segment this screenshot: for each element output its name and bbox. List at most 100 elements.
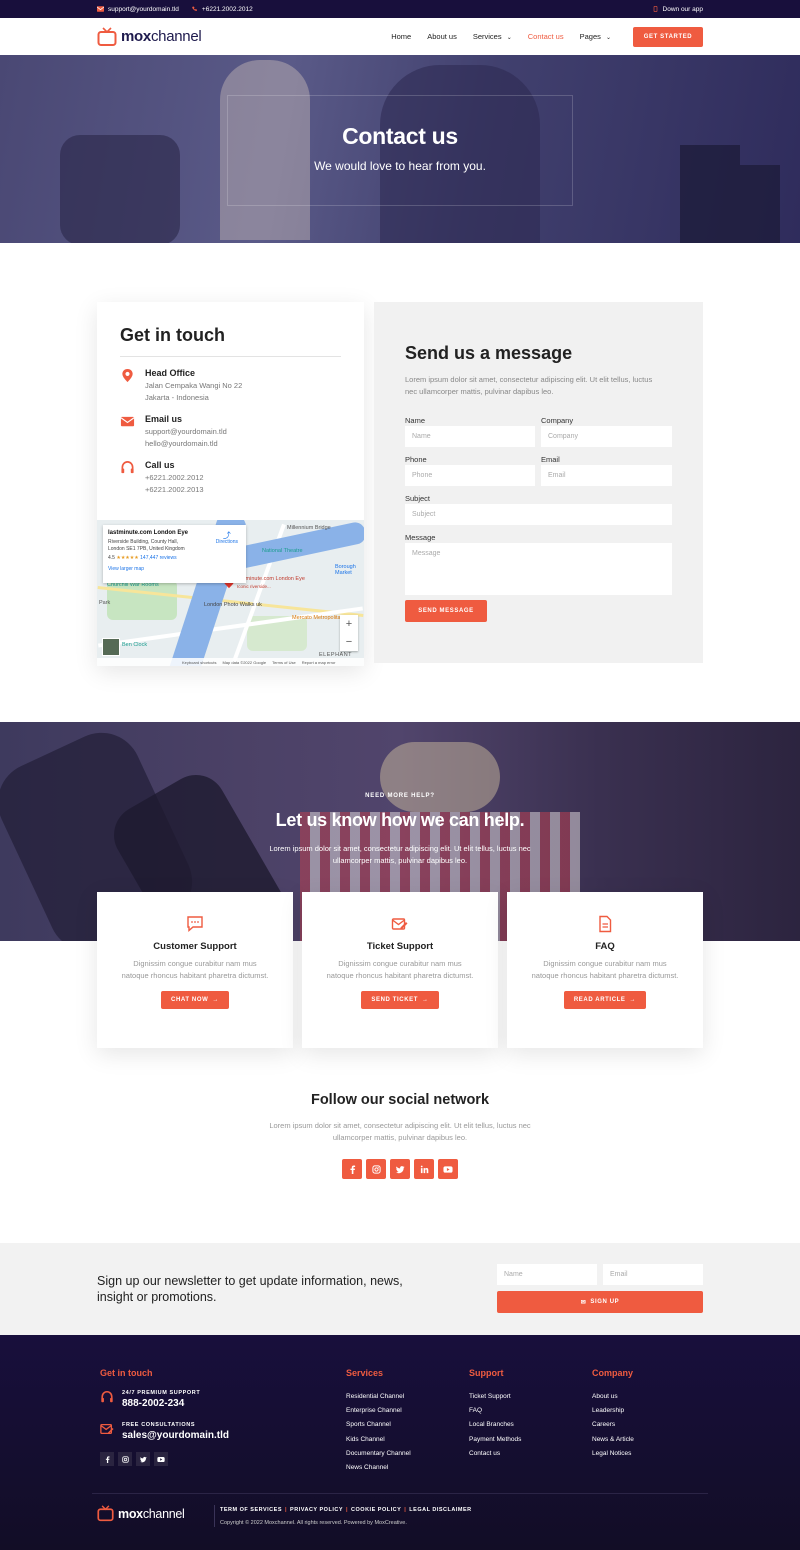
footer-services-list: Residential Channel Enterprise Channel S… [346, 1390, 411, 1475]
phone-line[interactable]: +6221.2002.2013 [145, 484, 204, 496]
footer-logo[interactable]: moxchannel [97, 1505, 185, 1522]
footer-heading: Get in touch [100, 1368, 153, 1378]
zoom-in-button[interactable]: + [340, 615, 358, 633]
footer-link[interactable]: Enterprise Channel [346, 1404, 411, 1418]
map-reviews-link[interactable]: 147,447 reviews [140, 555, 176, 561]
footer-link[interactable]: Documentary Channel [346, 1447, 411, 1461]
footer-link[interactable]: About us [592, 1390, 634, 1404]
subject-label: Subject [405, 494, 431, 503]
star-rating-icon: ★★★★★ [116, 555, 139, 561]
facebook-link[interactable] [100, 1452, 114, 1466]
help-eyebrow: NEED MORE HELP? [365, 793, 435, 799]
email-input[interactable]: Email [541, 465, 672, 486]
chat-now-button[interactable]: CHAT NOW → [161, 991, 229, 1009]
map-rating: 4.5 [108, 555, 115, 561]
directions-button[interactable]: ⤴ Directions [216, 532, 238, 546]
privacy-link[interactable]: PRIVACY POLICY [290, 1507, 343, 1513]
embedded-map[interactable]: Millennium Bridge National Theatre Borou… [97, 520, 364, 666]
read-article-label: READ ARTICLE [573, 997, 626, 1003]
topbar-email[interactable]: support@yourdomain.tld [97, 6, 179, 13]
help-description: Lorem ipsum dolor sit amet, consectetur … [269, 844, 531, 865]
free-consultation-email[interactable]: sales@yourdomain.tld [122, 1430, 229, 1441]
sign-up-button[interactable]: ✉ SIGN UP [497, 1291, 703, 1313]
footer-link[interactable]: Residential Channel [346, 1390, 411, 1404]
directions-icon: ⤴ [222, 531, 231, 540]
hero-banner: Contact us We would love to hear from yo… [0, 55, 800, 243]
premium-support-number[interactable]: 888-2002-234 [122, 1398, 200, 1409]
divider [120, 356, 341, 357]
facebook-link[interactable] [342, 1159, 362, 1179]
cookie-link[interactable]: COOKIE POLICY [351, 1507, 401, 1513]
get-started-button[interactable]: GET STARTED [633, 26, 703, 47]
footer-link[interactable]: Careers [592, 1418, 634, 1432]
main-nav: moxchannel Home About us Services ⌄ Cont… [0, 18, 800, 55]
twitter-link[interactable] [136, 1452, 150, 1466]
footer-link[interactable]: News Channel [346, 1461, 411, 1475]
brand-name-bold: mox [118, 1506, 143, 1521]
view-larger-map-link[interactable]: View larger map [108, 566, 241, 573]
nav-item-pages[interactable]: Pages ⌄ [580, 32, 611, 41]
footer-link[interactable]: Contact us [469, 1447, 521, 1461]
map-label: Ben Clock [122, 642, 148, 648]
map-footer-item[interactable]: Terms of Use [272, 660, 296, 665]
email-line[interactable]: support@yourdomain.tld [145, 426, 227, 438]
hero-bg-shape [60, 135, 180, 243]
map-footer-item[interactable]: Keyboard shortcuts [182, 660, 216, 665]
sign-up-label: SIGN UP [590, 1299, 620, 1305]
name-input[interactable]: Name [405, 426, 535, 447]
newsletter-section: Sign up our newsletter to get update inf… [0, 1243, 800, 1335]
email-info: Email us support@yourdomain.tld hello@yo… [120, 414, 227, 449]
terms-link[interactable]: TERM OF SERVICES [220, 1507, 282, 1513]
disclaimer-link[interactable]: LEGAL DISCLAIMER [409, 1507, 471, 1513]
premium-support-label: 24/7 PREMIUM SUPPORT [122, 1390, 201, 1396]
phone-line[interactable]: +6221.2002.2012 [145, 472, 204, 484]
read-article-button[interactable]: READ ARTICLE → [563, 991, 647, 1009]
footer-link[interactable]: FAQ [469, 1404, 521, 1418]
newsletter-name-input[interactable]: Name [497, 1264, 597, 1285]
nav-item-home[interactable]: Home [391, 32, 411, 41]
nav-item-about[interactable]: About us [427, 32, 457, 41]
instagram-link[interactable] [118, 1452, 132, 1466]
footer-link[interactable]: Ticket Support [469, 1390, 521, 1404]
twitter-link[interactable] [390, 1159, 410, 1179]
subject-input[interactable]: Subject [405, 504, 672, 525]
topbar-phone[interactable]: +6221.2002.2012 [191, 6, 253, 13]
footer-link[interactable]: Local Branches [469, 1418, 521, 1432]
company-input[interactable]: Company [541, 426, 672, 447]
send-message-button[interactable]: SEND MESSAGE [405, 600, 487, 622]
map-footer-item[interactable]: Report a map error [302, 660, 336, 665]
social-title: Follow our social network [310, 1092, 490, 1108]
footer-link[interactable]: Sports Channel [346, 1418, 411, 1432]
footer-link[interactable]: Legal Notices [592, 1447, 634, 1461]
message-textarea[interactable]: Message [405, 543, 672, 595]
mail-edit-icon [391, 918, 408, 930]
card-text: Dignissim congue curabitur nam mus natoq… [121, 959, 269, 980]
social-description: Lorem ipsum dolor sit amet, consectetur … [269, 1121, 531, 1142]
download-app-link[interactable]: Down our app [652, 6, 703, 13]
street-view-thumbnail[interactable] [102, 638, 120, 656]
get-in-touch-card: Get in touch Head Office Jalan Cempaka W… [97, 302, 364, 666]
nav-services-label: Services [472, 32, 502, 41]
zoom-out-button[interactable]: − [340, 633, 358, 651]
newsletter-email-input[interactable]: Email [603, 1264, 703, 1285]
youtube-link[interactable] [154, 1452, 168, 1466]
send-message-intro: Lorem ipsum dolor sit amet, consectetur … [405, 375, 653, 396]
nav-item-services[interactable]: Services ⌄ [473, 32, 512, 41]
youtube-link[interactable] [438, 1159, 458, 1179]
send-ticket-button[interactable]: SEND TICKET → [361, 991, 439, 1009]
footer-link[interactable]: Kids Channel [346, 1433, 411, 1447]
footer-heading: Support [469, 1368, 504, 1378]
footer-link[interactable]: Leadership [592, 1404, 634, 1418]
page-title: Contact us [342, 123, 458, 149]
footer-link[interactable]: News & Article [592, 1433, 634, 1447]
instagram-link[interactable] [366, 1159, 386, 1179]
phone-input[interactable]: Phone [405, 465, 535, 486]
card-title: Customer Support [153, 941, 237, 952]
footer-link[interactable]: Payment Methods [469, 1433, 521, 1447]
map-address: London SE1 7PB, United Kingdom [108, 546, 185, 552]
brand-logo[interactable]: moxchannel [97, 26, 202, 47]
nav-item-contact[interactable]: Contact us [528, 32, 564, 41]
map-label: Borough Market [335, 564, 356, 576]
linkedin-link[interactable] [414, 1159, 434, 1179]
email-line[interactable]: hello@yourdomain.tld [145, 438, 227, 450]
